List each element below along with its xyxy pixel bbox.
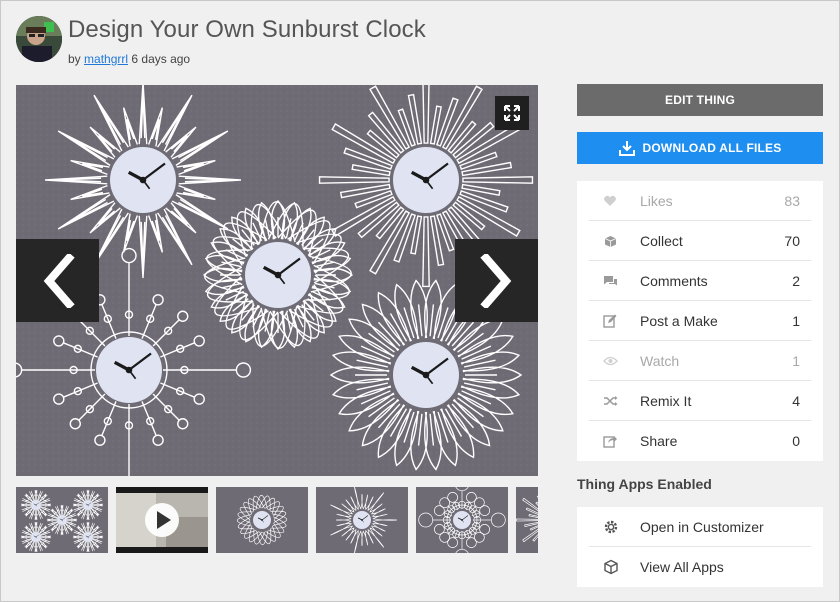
stat-label: Post a Make <box>640 313 718 329</box>
stat-count: 83 <box>784 193 800 209</box>
chevron-right-icon <box>479 253 511 308</box>
gallery-next-button[interactable] <box>455 239 538 322</box>
page-title: Design Your Own Sunburst Clock <box>68 16 426 43</box>
author-link[interactable]: mathgrrl <box>84 52 128 66</box>
stat-count: 0 <box>792 433 800 449</box>
stat-comments[interactable]: Comments 2 <box>577 261 823 301</box>
stat-share[interactable]: Share 0 <box>577 421 823 461</box>
thumbnail-strip <box>16 487 538 553</box>
byline: by mathgrrl 6 days ago <box>68 52 190 66</box>
stat-label: Remix It <box>640 393 692 409</box>
thing-apps-list: Open in Customizer View All Apps <box>577 507 823 587</box>
cube-icon <box>603 559 619 575</box>
stat-label: Likes <box>640 193 673 209</box>
thumbnail-1[interactable] <box>16 487 108 553</box>
download-all-files-label: DOWNLOAD ALL FILES <box>642 141 782 155</box>
eye-icon <box>602 354 618 368</box>
thumbnail-image <box>316 487 408 553</box>
stat-collect[interactable]: Collect 70 <box>577 221 823 261</box>
edit-thing-label: EDIT THING <box>665 93 735 107</box>
open-in-customizer-button[interactable]: Open in Customizer <box>577 507 823 547</box>
thing-apps-title: Thing Apps Enabled <box>577 476 712 492</box>
expand-icon <box>504 105 520 121</box>
stat-count: 70 <box>784 233 800 249</box>
stat-label: Share <box>640 433 678 449</box>
thumbnail-2[interactable] <box>116 487 208 553</box>
stat-count: 1 <box>792 313 800 329</box>
stat-post-a-make[interactable]: Post a Make 1 <box>577 301 823 341</box>
stats-list: Likes 83 Collect 70 Comments 2 Post a Ma… <box>577 181 823 461</box>
stat-count: 1 <box>792 353 800 369</box>
app-label: Open in Customizer <box>640 519 764 535</box>
share-icon <box>602 434 618 448</box>
stat-label: Collect <box>640 233 683 249</box>
thumbnail-image <box>516 487 538 553</box>
avatar[interactable] <box>16 16 62 62</box>
collect-icon <box>602 234 618 248</box>
view-all-apps-button[interactable]: View All Apps <box>577 547 823 587</box>
download-icon <box>618 140 635 156</box>
stat-watch[interactable]: Watch 1 <box>577 341 823 381</box>
thumbnail-4[interactable] <box>316 487 408 553</box>
gallery-prev-button[interactable] <box>16 239 99 322</box>
download-all-files-button[interactable]: DOWNLOAD ALL FILES <box>577 132 823 164</box>
stat-remix-it[interactable]: Remix It 4 <box>577 381 823 421</box>
posted-time: 6 days ago <box>131 52 191 66</box>
stat-likes[interactable]: Likes 83 <box>577 181 823 221</box>
thumbnail-image <box>216 487 308 553</box>
expand-button[interactable] <box>495 96 529 130</box>
edit-icon <box>602 314 618 328</box>
stat-count: 2 <box>792 273 800 289</box>
stat-count: 4 <box>792 393 800 409</box>
thumbnail-5[interactable] <box>416 487 508 553</box>
gear-icon <box>603 519 619 535</box>
image-gallery[interactable] <box>16 85 538 476</box>
thumbnail-image <box>16 487 108 553</box>
app-label: View All Apps <box>640 559 724 575</box>
byline-prefix: by <box>68 52 81 66</box>
stat-label: Comments <box>640 273 708 289</box>
video-thumbnail-image <box>116 487 208 553</box>
chevron-left-icon <box>43 253 75 308</box>
shuffle-icon <box>602 394 618 408</box>
stat-label: Watch <box>640 353 680 369</box>
thumbnail-image <box>416 487 508 553</box>
edit-thing-button[interactable]: EDIT THING <box>577 84 823 116</box>
comment-icon <box>602 274 618 288</box>
heart-icon <box>602 194 618 208</box>
thumbnail-3[interactable] <box>216 487 308 553</box>
thumbnail-6[interactable] <box>516 487 538 553</box>
